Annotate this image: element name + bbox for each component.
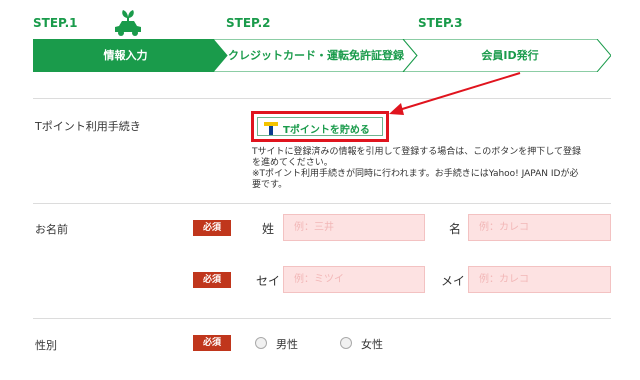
divider xyxy=(33,203,611,204)
step-3-text: 会員ID発行 xyxy=(481,49,539,62)
required-badge: 必須 xyxy=(193,220,231,236)
gender-female-label: 女性 xyxy=(361,338,383,351)
step-1-text: 情報入力 xyxy=(103,49,148,62)
step-progress-bar: 情報入力 クレジットカード・運転免許証登録 会員ID発行 xyxy=(33,39,611,72)
sei-kana-input[interactable]: 例：ミツイ xyxy=(283,266,425,293)
mei-label: 名 xyxy=(449,222,462,236)
tpoint-note-line-2: を進めてください。 xyxy=(252,158,333,168)
car-icon xyxy=(115,10,141,36)
tpoint-button-label: Tポイントを貯める xyxy=(283,125,370,136)
tpoint-note-line-3: ※Tポイント利用手続きが同時に行われます。お手続きにはYahoo! JAPAN … xyxy=(252,169,579,179)
divider xyxy=(33,318,611,319)
mei-kana-label: メイ xyxy=(441,274,466,288)
tpoint-note-line-4: 要です。 xyxy=(252,180,288,190)
step-2-text: クレジットカード・運転免許証登録 xyxy=(228,49,404,62)
sei-kana-label: セイ xyxy=(256,274,281,288)
gender-male-label: 男性 xyxy=(276,338,298,351)
tpoint-logo-icon xyxy=(264,122,278,135)
tpoint-row-label: Tポイント利用手続き xyxy=(35,120,141,133)
mei-input[interactable]: 例：カレコ xyxy=(468,214,611,241)
name-row-label: お名前 xyxy=(35,223,68,236)
tpoint-button[interactable]: Tポイントを貯める xyxy=(251,111,389,142)
mei-kana-input[interactable]: 例：カレコ xyxy=(468,266,611,293)
required-badge: 必須 xyxy=(193,335,231,351)
required-badge: 必須 xyxy=(193,272,231,288)
step-2-label: STEP.2 xyxy=(226,16,271,30)
sei-label: 姓 xyxy=(262,222,275,236)
step-1-label: STEP.1 xyxy=(33,16,78,30)
gender-male-radio[interactable] xyxy=(255,337,267,349)
sei-input[interactable]: 例：三井 xyxy=(283,214,425,241)
highlight-arrow-icon xyxy=(389,72,521,115)
tpoint-note-line-1: Tサイトに登録済みの情報を引用して登録する場合は、このボタンを押下して登録 xyxy=(252,147,581,157)
gender-female-radio[interactable] xyxy=(340,337,352,349)
gender-row-label: 性別 xyxy=(35,339,57,352)
step-3-label: STEP.3 xyxy=(418,16,463,30)
